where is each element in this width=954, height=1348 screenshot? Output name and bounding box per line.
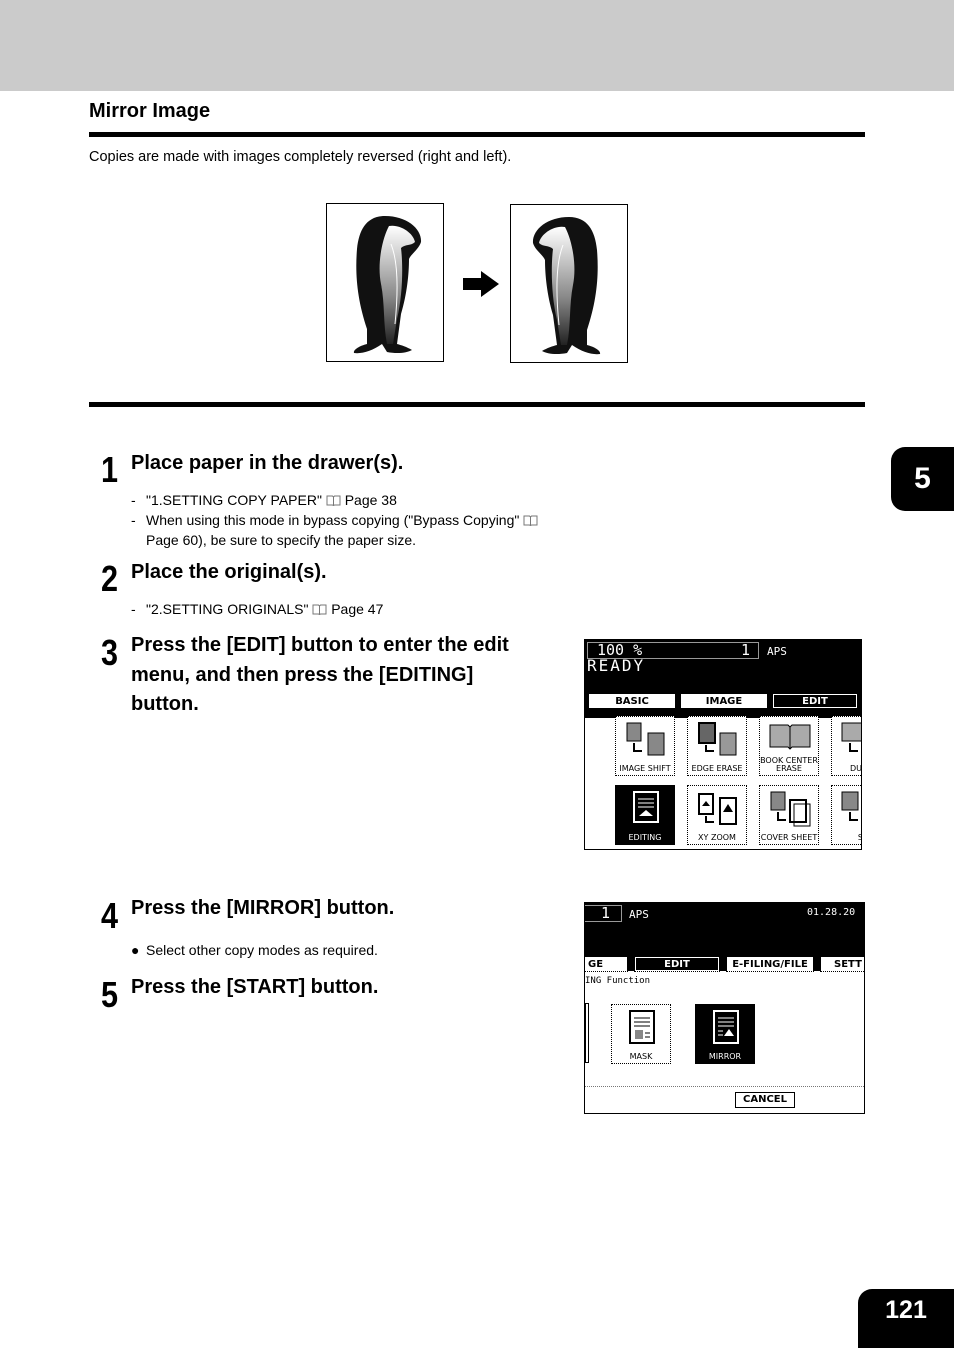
title-rule xyxy=(89,132,865,137)
dual-page-icon xyxy=(841,722,861,752)
function-label: XY ZOOM xyxy=(698,833,736,842)
procedure-rule xyxy=(89,402,865,407)
step-1-number: 1 xyxy=(101,449,118,490)
section-title: Mirror Image xyxy=(89,100,211,122)
function-heading: ING Function xyxy=(585,976,651,986)
mask-button[interactable]: MASK xyxy=(611,1004,671,1064)
edge-erase-button[interactable]: EDGE ERASE xyxy=(687,716,747,776)
mirrored-image-figure xyxy=(510,204,628,363)
step-3-title-line: Press the [EDIT] button to enter the edi… xyxy=(131,634,509,656)
step-3-title: Press the [EDIT] button to enter the edi… xyxy=(131,631,509,720)
cancel-button[interactable]: CANCEL xyxy=(735,1092,795,1108)
step-2-number: 2 xyxy=(101,558,118,599)
function-label: COVER SHEET xyxy=(760,833,818,842)
function-label: DUAL xyxy=(850,764,862,773)
book-icon xyxy=(523,515,538,526)
penguin-mirrored-icon xyxy=(532,217,601,355)
xy-zoom-icon xyxy=(698,793,737,825)
function-label: EDITING xyxy=(628,833,662,842)
note-text: "2.SETTING ORIGINALS" xyxy=(146,601,309,617)
tab-image[interactable]: IMAGE xyxy=(680,693,768,709)
copies-readout: 1 xyxy=(601,904,611,922)
page-number: 121 xyxy=(858,1289,954,1348)
editing-button[interactable]: EDITING xyxy=(615,785,675,845)
function-label: IMAGE SHIFT xyxy=(619,764,671,773)
cover-sheet-icon xyxy=(770,791,811,827)
chapter-tab[interactable]: 5 xyxy=(891,447,954,511)
book-center-erase-icon xyxy=(769,724,811,750)
date-readout: 01.28.20 xyxy=(807,907,856,918)
tab-image[interactable]: GE xyxy=(585,956,628,972)
note-bullet: - xyxy=(131,492,136,508)
note-text: When using this mode in bypass copying (… xyxy=(146,512,520,528)
step-1-note-2: - When using this mode in bypass copying … xyxy=(131,510,538,530)
copier-screen-editing-function: 1 APS 01.28.20 GE EDIT E-FILING/FILE SET… xyxy=(584,902,865,1114)
tab-edit[interactable]: EDIT xyxy=(634,956,720,972)
step-1-note-2-continuation: Page 60), be sure to specify the paper s… xyxy=(146,532,417,548)
function-label: MASK xyxy=(629,1052,653,1061)
step-5-number: 5 xyxy=(101,974,118,1015)
note-text: "1.SETTING COPY PAPER" xyxy=(146,492,322,508)
screen-divider xyxy=(585,1086,864,1087)
image-shift-button[interactable]: IMAGE SHIFT xyxy=(615,716,675,776)
step-3-number: 3 xyxy=(101,632,118,673)
sheet-insertion-icon xyxy=(841,791,859,821)
edge-erase-icon xyxy=(698,722,737,756)
cover-sheet-button[interactable]: COVER SHEET xyxy=(759,785,819,845)
step-3-title-line: button. xyxy=(131,693,199,715)
step-4-title: Press the [MIRROR] button. xyxy=(131,897,395,919)
tab-edit[interactable]: EDIT xyxy=(772,693,858,709)
arrow-right-icon xyxy=(463,271,499,302)
function-label: SH INSE xyxy=(832,833,861,842)
step-2-title: Place the original(s). xyxy=(131,561,327,583)
page-reference: Page 47 xyxy=(331,601,384,617)
copies-readout: 1 xyxy=(741,641,751,659)
section-description: Copies are made with images completely r… xyxy=(89,149,512,165)
page-reference: Page 38 xyxy=(344,492,397,508)
paper-readout: APS xyxy=(629,908,649,921)
penguin-original-icon xyxy=(353,216,422,354)
step-5-title: Press the [START] button. xyxy=(131,976,379,998)
paper-readout: APS xyxy=(767,645,787,658)
copier-screen-edit-menu: 100 % 1 APS READY BASIC IMAGE EDIT IMAGE… xyxy=(584,639,862,850)
function-label: MIRROR xyxy=(708,1052,742,1061)
mask-icon xyxy=(629,1010,655,1044)
step-1-note-1: - "1.SETTING COPY PAPER" Page 38 xyxy=(131,490,397,510)
step-1-title: Place paper in the drawer(s). xyxy=(131,452,404,474)
tab-e-filing-file[interactable]: E-FILING/FILE xyxy=(726,956,814,972)
previous-function-tile[interactable] xyxy=(585,1003,589,1063)
original-image-figure xyxy=(326,203,444,362)
mirror-icon xyxy=(713,1010,739,1044)
note-bullet: ● xyxy=(131,942,140,958)
dual-page-button[interactable]: DUAL xyxy=(831,716,862,776)
step-4-note-1: ● Select other copy modes as required. xyxy=(131,940,378,960)
note-text: Select other copy modes as required. xyxy=(146,942,378,958)
step-2-note-1: - "2.SETTING ORIGINALS" Page 47 xyxy=(131,599,383,619)
mirror-button[interactable]: MIRROR xyxy=(695,1004,755,1064)
xy-zoom-button[interactable]: XY ZOOM xyxy=(687,785,747,845)
tab-basic[interactable]: BASIC xyxy=(588,693,676,709)
ready-status: READY xyxy=(587,656,646,675)
step-4-number: 4 xyxy=(101,895,118,936)
tab-settings[interactable]: SETT xyxy=(820,956,864,972)
editing-icon xyxy=(633,791,659,823)
book-center-erase-button[interactable]: BOOK CENTER ERASE xyxy=(759,716,819,776)
note-bullet: - xyxy=(131,601,136,617)
header-band xyxy=(0,0,954,91)
book-icon xyxy=(326,495,341,506)
image-shift-icon xyxy=(626,722,665,756)
step-3-title-line: menu, and then press the [EDITING] xyxy=(131,663,474,686)
sheet-insertion-button[interactable]: SH INSE xyxy=(831,785,861,845)
book-icon xyxy=(312,604,327,615)
note-bullet: - xyxy=(131,512,136,528)
function-label: EDGE ERASE xyxy=(691,764,743,773)
function-label: BOOK CENTER ERASE xyxy=(760,756,818,773)
